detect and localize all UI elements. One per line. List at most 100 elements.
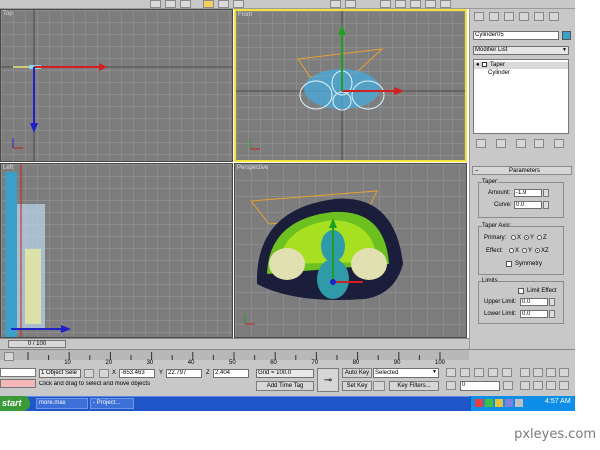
tray-app-icon[interactable] [475,399,483,407]
arc-rotate-icon[interactable] [546,381,556,390]
lower-limit-field[interactable]: 0.0 [520,310,548,318]
tray-security-icon[interactable] [495,399,503,407]
schematic-icon[interactable] [410,0,421,8]
tray-messenger-icon[interactable] [505,399,513,407]
key-selection-dropdown[interactable]: Selected [373,368,439,378]
key-mode-toggle-icon[interactable] [446,381,456,390]
modify-tab-icon[interactable] [489,12,499,21]
pin-stack-icon[interactable] [476,139,486,148]
maximize-viewport-icon[interactable] [559,381,569,390]
status-area: 10 20 30 40 50 60 70 80 90 100 1 Object Sele X -6… [0,349,575,396]
viewport-left[interactable]: Left [0,163,233,338]
zoom-extents-icon[interactable] [546,368,556,377]
zoom-all-icon[interactable] [533,368,543,377]
y-coordinate-field[interactable]: 22.797 [166,369,202,378]
effect-y-radio[interactable] [522,248,527,253]
zoom-extents-all-icon[interactable] [559,368,569,377]
auto-key-button[interactable]: Auto Key [342,368,372,378]
lower-limit-spinner[interactable] [549,310,555,318]
configure-sets-icon[interactable] [554,139,564,148]
show-end-result-icon[interactable] [496,139,506,148]
z-coordinate-field[interactable]: 2.404 [213,369,249,378]
ruler-tick-label: 100 [435,360,446,366]
current-frame-field[interactable]: 0 [460,381,500,391]
time-configuration-icon[interactable] [503,381,513,390]
primary-z-label: Z [543,235,547,241]
command-panel: Cylinder05 Modifier List ▼ ● Taper Cylin… [469,9,575,362]
curve-editor-icon[interactable] [395,0,406,8]
absolute-mode-icon[interactable] [99,369,109,378]
create-tab-icon[interactable] [474,12,484,21]
taskbar-item-more-max[interactable]: more.max [36,398,88,409]
stack-item-taper[interactable]: ● Taper [474,62,568,69]
taskbar-item-project[interactable]: - Project... [90,398,134,409]
upper-limit-field[interactable]: 0.0 [520,298,548,306]
effect-x-radio[interactable] [509,248,514,253]
curve-spinner[interactable] [543,201,549,209]
effect-xz-radio[interactable] [535,248,540,253]
limit-effect-checkbox[interactable] [518,288,524,294]
play-icon[interactable] [474,368,484,377]
utilities-tab-icon[interactable] [549,12,559,21]
align-icon[interactable] [345,0,356,8]
field-of-view-icon[interactable] [520,381,530,390]
next-frame-icon[interactable] [488,368,498,377]
viewport-perspective[interactable]: Perspective [234,163,467,338]
object-color-swatch[interactable] [562,31,571,40]
move-icon[interactable] [203,0,214,8]
effect-y-label: Y [528,248,533,254]
mirror-icon[interactable] [330,0,341,8]
tray-network-icon[interactable] [485,399,493,407]
curve-field[interactable]: 0.0 [514,201,542,209]
scale-icon[interactable] [233,0,244,8]
time-slider-thumb[interactable]: 0 / 100 [8,340,66,348]
track-bar[interactable] [0,350,469,360]
start-button[interactable]: start [0,396,30,411]
x-coordinate-field[interactable]: -653.463 [119,369,155,378]
motion-tab-icon[interactable] [519,12,529,21]
maxscript-listener-field[interactable] [0,368,36,377]
tray-volume-icon[interactable] [515,399,523,407]
lock-selection-icon[interactable] [84,369,94,378]
primary-z-radio[interactable] [537,235,542,240]
select-region-icon[interactable] [165,0,176,8]
add-time-tag-button[interactable]: Add Time Tag [256,381,314,391]
material-editor-icon[interactable] [425,0,436,8]
rotate-icon[interactable] [218,0,229,8]
set-key-icon[interactable] [373,381,385,391]
viewport-top[interactable]: Top [0,9,233,162]
stack-item-cylinder[interactable]: Cylinder [488,70,510,76]
go-to-start-icon[interactable] [446,368,456,377]
viewport-label-top: Top [3,11,13,17]
symmetry-checkbox[interactable] [506,261,512,267]
primary-y-radio[interactable] [524,235,529,240]
primary-x-radio[interactable] [511,235,516,240]
zoom-icon[interactable] [520,368,530,377]
hierarchy-tab-icon[interactable] [504,12,514,21]
viewport-front[interactable]: Front [234,9,467,162]
upper-limit-spinner[interactable] [549,298,555,306]
window-crossing-icon[interactable] [180,0,191,8]
amount-field[interactable]: -1.9 [514,189,542,197]
go-to-end-icon[interactable] [502,368,512,377]
render-icon[interactable] [440,0,451,8]
select-icon[interactable] [150,0,161,8]
object-name-field[interactable]: Cylinder05 [473,31,559,40]
key-mode-icon[interactable]: ⊸ [317,368,339,392]
effect-x-label: X [515,248,520,254]
time-slider-track[interactable]: 0 / 100 [0,338,469,349]
lightbulb-icon[interactable]: ● [476,62,480,68]
remove-modifier-icon[interactable] [534,139,544,148]
make-unique-icon[interactable] [516,139,526,148]
previous-frame-icon[interactable] [460,368,470,377]
top-viewport-scene [1,10,232,161]
parameters-rollout-header[interactable]: – Parameters [472,166,572,175]
pan-icon[interactable] [533,381,543,390]
set-key-button[interactable]: Set Key [342,381,372,391]
key-filters-button[interactable]: Key Filters... [389,381,439,391]
layer-icon[interactable] [380,0,391,8]
amount-spinner[interactable] [543,189,549,197]
modifier-list-dropdown[interactable]: Modifier List [473,46,569,55]
expand-icon[interactable] [482,62,487,67]
display-tab-icon[interactable] [534,12,544,21]
